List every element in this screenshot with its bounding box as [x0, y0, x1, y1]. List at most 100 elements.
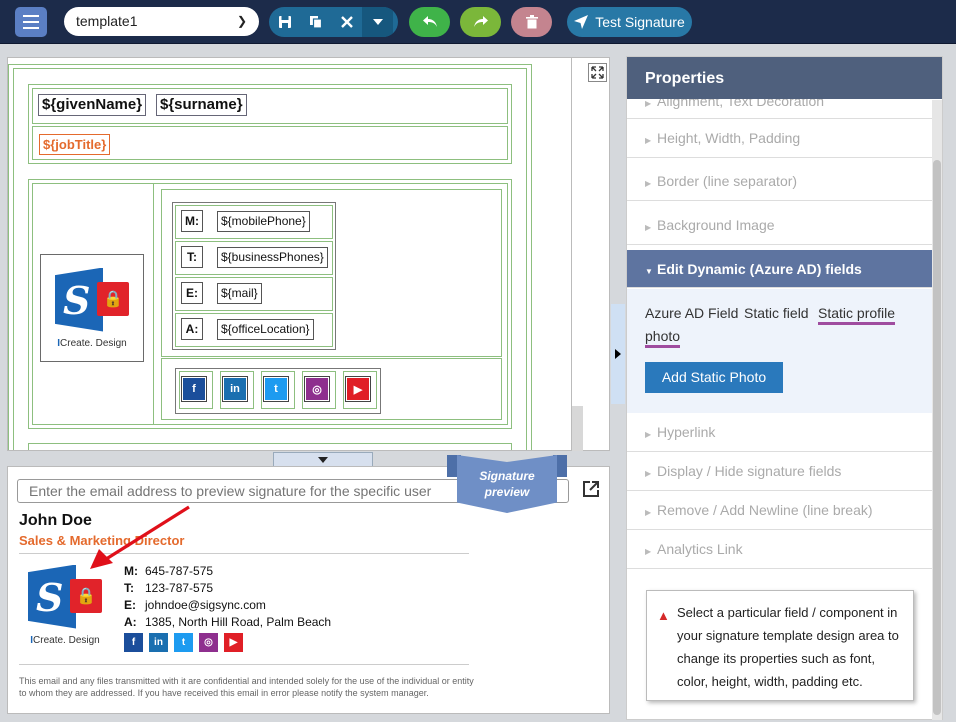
copy-button[interactable]	[300, 7, 331, 37]
red-arrow-annotation	[90, 505, 190, 569]
logo-caption: ICreate. Design	[57, 337, 127, 349]
contact-label[interactable]: A:	[181, 318, 203, 340]
linkedin-icon[interactable]: in	[222, 376, 248, 402]
facebook-icon[interactable]: f	[181, 376, 207, 402]
preview-contact-row: T: 123-787-575	[124, 581, 213, 595]
copy-icon	[309, 16, 322, 29]
caret-down-icon: ▼	[645, 267, 653, 276]
tab-static-profile-photo-wrap[interactable]: photo	[645, 328, 681, 348]
properties-title: Properties	[627, 57, 942, 99]
instagram-icon[interactable]: ◎	[199, 633, 218, 652]
send-icon	[574, 15, 589, 29]
add-static-photo-button[interactable]: Add Static Photo	[645, 362, 783, 393]
template-select[interactable]: template1 ❯	[64, 7, 259, 36]
preview-logo-caption: ICreate. Design	[30, 634, 100, 646]
undo-button[interactable]	[409, 7, 450, 37]
dynamic-field-subtabs: Azure AD Field Static field Static profi…	[627, 289, 933, 413]
company-logo[interactable]: S 🔒 ICreate. Design	[40, 254, 144, 362]
contact-value-field[interactable]: ${officeLocation}	[217, 319, 314, 340]
save-button[interactable]	[269, 7, 300, 37]
properties-panel: Properties ▼ Edit Dynamic (Azure AD) fiel…	[626, 56, 943, 720]
jobtitle-field[interactable]: ${jobTitle}	[39, 134, 111, 155]
caret-down-icon	[318, 456, 328, 463]
facebook-icon[interactable]: f	[124, 633, 143, 652]
design-canvas[interactable]: ${givenName} ${surname} ${jobTitle} S 🔒 …	[7, 57, 572, 451]
caret-right-icon	[615, 349, 621, 359]
section-hyperlink[interactable]: ▶ Hyperlink	[627, 413, 933, 452]
expand-icon	[591, 66, 604, 79]
logo-mark: S 🔒	[55, 267, 129, 332]
tab-static-field[interactable]: Static field	[744, 305, 809, 321]
preview-disclaimer: This email and any files transmitted wit…	[19, 676, 474, 698]
ribbon-line-2: preview	[484, 485, 530, 499]
caret-right-icon: ▶	[645, 547, 652, 556]
caret-right-icon: ▶	[645, 430, 652, 439]
popout-preview-button[interactable]	[582, 480, 600, 503]
preview-name: John Doe	[19, 512, 92, 529]
section-border-line-separator[interactable]: ▶ Border (line separator)	[627, 162, 933, 201]
canvas-scrollbar[interactable]	[572, 406, 583, 451]
collapse-properties-button[interactable]	[611, 304, 625, 404]
section-remove-add-newline-line-break[interactable]: ▶ Remove / Add Newline (line break)	[627, 491, 933, 530]
section-alignment-text-decoration[interactable]: ▶ Alignment, Text Decoration	[627, 99, 933, 119]
section-display-hide-signature-fields[interactable]: ▶ Display / Hide signature fields	[627, 452, 933, 491]
tab-azure-ad-field[interactable]: Azure AD Field	[645, 305, 738, 321]
section-analytics-link[interactable]: ▶ Analytics Link	[627, 530, 933, 569]
close-icon	[340, 16, 353, 28]
twitter-icon[interactable]: t	[263, 376, 289, 402]
chevron-down-icon: ❯	[236, 14, 247, 28]
linkedin-icon[interactable]: in	[149, 633, 168, 652]
caret-down-icon	[372, 19, 383, 25]
instagram-icon[interactable]: ◎	[304, 376, 330, 402]
contact-label[interactable]: E:	[181, 282, 203, 304]
footer-section[interactable]	[28, 443, 512, 450]
undo-icon	[422, 16, 437, 27]
preview-contact-value: johndoe@sigsync.com	[145, 598, 266, 612]
redo-button[interactable]	[460, 7, 501, 37]
delete-button[interactable]	[511, 7, 552, 37]
file-actions-group	[269, 7, 398, 37]
youtube-icon[interactable]: ▶	[345, 376, 371, 402]
tab-static-profile-photo[interactable]: Static profile	[818, 305, 896, 325]
caret-right-icon: ▶	[645, 469, 652, 478]
menu-button[interactable]	[15, 7, 47, 37]
preview-contact-label: A:	[124, 615, 137, 629]
twitter-icon[interactable]: t	[174, 633, 193, 652]
properties-info-box: ▲ Select a particular field / component …	[646, 590, 914, 701]
givenname-field[interactable]: ${givenName}	[38, 94, 147, 116]
preview-contact-row: E: johndoe@sigsync.com	[124, 598, 266, 612]
test-signature-button[interactable]: Test Signature	[567, 7, 692, 37]
caret-right-icon: ▶	[645, 99, 652, 108]
preview-contact-label: T:	[124, 581, 134, 595]
warning-icon: ▲	[657, 608, 670, 623]
preview-logo: S 🔒 ICreate. Design	[20, 560, 110, 650]
youtube-icon[interactable]: ▶	[224, 633, 243, 652]
contact-value-field[interactable]: ${mail}	[217, 283, 262, 304]
section-background-image[interactable]: ▶ Background Image	[627, 206, 933, 245]
section-edit-dynamic-fields[interactable]: ▼ Edit Dynamic (Azure AD) fields	[627, 250, 933, 288]
properties-scrollbar[interactable]	[932, 100, 942, 720]
contact-label[interactable]: M:	[181, 210, 203, 232]
contact-value-field[interactable]: ${businessPhones}	[217, 247, 328, 268]
split-toggle-button[interactable]	[273, 452, 373, 467]
more-actions-dropdown[interactable]	[362, 7, 393, 37]
expand-canvas-button[interactable]	[588, 63, 607, 82]
lock-icon: 🔒	[97, 281, 129, 316]
caret-right-icon: ▶	[645, 223, 652, 232]
redo-icon	[473, 16, 488, 27]
contact-value-field[interactable]: ${mobilePhone}	[217, 211, 310, 232]
section-height-width-padding[interactable]: ▶ Height, Width, Padding	[627, 119, 933, 158]
trash-icon	[525, 15, 538, 29]
caret-right-icon: ▶	[645, 508, 652, 517]
surname-field[interactable]: ${surname}	[156, 94, 247, 116]
lock-icon: 🔒	[70, 578, 102, 613]
test-signature-label: Test Signature	[595, 14, 685, 30]
close-button[interactable]	[331, 7, 362, 37]
preview-divider-bottom	[19, 664, 469, 665]
preview-contact-value: 123-787-575	[145, 581, 214, 595]
contact-label[interactable]: T:	[181, 246, 203, 268]
properties-info-text: Select a particular field / component in…	[677, 605, 899, 689]
signature-preview-ribbon: Signature preview	[447, 455, 567, 513]
external-link-icon	[583, 481, 599, 497]
preview-contact-label: E:	[124, 598, 136, 612]
